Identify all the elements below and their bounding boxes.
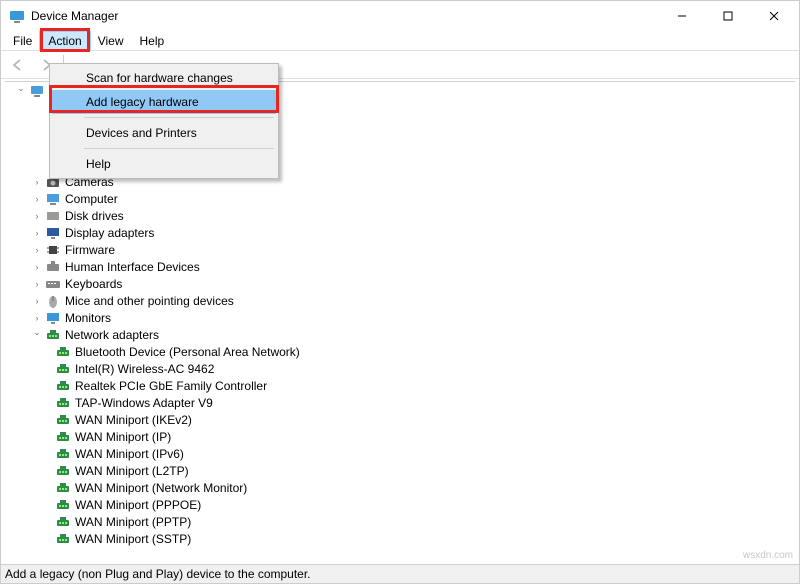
category-label: Network adapters: [65, 328, 159, 342]
hid-icon: [45, 259, 61, 275]
computer-icon: [45, 191, 61, 207]
category-computer[interactable]: Computer: [5, 190, 795, 207]
device-label: WAN Miniport (IP): [75, 430, 171, 444]
network-adapter-icon: [55, 378, 71, 394]
network-adapter-icon: [55, 344, 71, 360]
network-adapter-icon: [55, 429, 71, 445]
category-label: Human Interface Devices: [65, 260, 200, 274]
menu-scan-hardware[interactable]: Scan for hardware changes: [52, 66, 276, 90]
monitor-icon: [45, 310, 61, 326]
device-network-10[interactable]: WAN Miniport (PPTP): [5, 513, 795, 530]
mouse-icon: [45, 293, 61, 309]
device-network-8[interactable]: WAN Miniport (Network Monitor): [5, 479, 795, 496]
minimize-button[interactable]: [659, 1, 705, 31]
category-keyboards[interactable]: Keyboards: [5, 275, 795, 292]
device-label: WAN Miniport (IPv6): [75, 447, 184, 461]
network-adapter-icon: [55, 480, 71, 496]
device-network-3[interactable]: TAP-Windows Adapter V9: [5, 394, 795, 411]
network-adapter-icon: [55, 463, 71, 479]
menu-file[interactable]: File: [5, 32, 40, 50]
device-label: TAP-Windows Adapter V9: [75, 396, 213, 410]
category-display[interactable]: Display adapters: [5, 224, 795, 241]
network-adapter-icon: [55, 395, 71, 411]
device-network-5[interactable]: WAN Miniport (IP): [5, 428, 795, 445]
device-label: Bluetooth Device (Personal Area Network): [75, 345, 300, 359]
app-icon: [9, 8, 25, 24]
watermark: wsxdn.com: [743, 550, 793, 561]
status-bar: Add a legacy (non Plug and Play) device …: [1, 564, 799, 583]
device-label: WAN Miniport (PPPOE): [75, 498, 201, 512]
network-adapter-icon: [55, 531, 71, 547]
back-button[interactable]: [7, 54, 29, 76]
category-firmware[interactable]: Firmware: [5, 241, 795, 258]
menu-add-legacy-hardware[interactable]: Add legacy hardware: [52, 90, 276, 114]
menu-help-item[interactable]: Help: [52, 152, 276, 176]
device-network-4[interactable]: WAN Miniport (IKEv2): [5, 411, 795, 428]
device-label: WAN Miniport (IKEv2): [75, 413, 192, 427]
maximize-button[interactable]: [705, 1, 751, 31]
network-adapter-icon: [55, 446, 71, 462]
device-network-1[interactable]: Intel(R) Wireless-AC 9462: [5, 360, 795, 377]
display-icon: [45, 225, 61, 241]
network-adapter-icon: [55, 361, 71, 377]
category-monitors[interactable]: Monitors: [5, 309, 795, 326]
titlebar: Device Manager: [1, 1, 799, 31]
category-label: Computer: [65, 192, 118, 206]
network-icon: [45, 327, 61, 343]
menu-help[interactable]: Help: [132, 32, 173, 50]
device-label: WAN Miniport (SSTP): [75, 532, 191, 546]
device-network-9[interactable]: WAN Miniport (PPPOE): [5, 496, 795, 513]
chip-icon: [45, 242, 61, 258]
category-network[interactable]: Network adapters: [5, 326, 795, 343]
action-dropdown: Scan for hardware changes Add legacy har…: [49, 63, 279, 179]
computer-icon: [29, 83, 45, 99]
menu-devices-printers[interactable]: Devices and Printers: [52, 121, 276, 145]
device-label: Realtek PCIe GbE Family Controller: [75, 379, 267, 393]
device-network-7[interactable]: WAN Miniport (L2TP): [5, 462, 795, 479]
close-button[interactable]: [751, 1, 797, 31]
network-adapter-icon: [55, 412, 71, 428]
menu-view[interactable]: View: [90, 32, 132, 50]
category-label: Monitors: [65, 311, 111, 325]
keyboard-icon: [45, 276, 61, 292]
category-label: Keyboards: [65, 277, 122, 291]
category-hid[interactable]: Human Interface Devices: [5, 258, 795, 275]
network-adapter-icon: [55, 514, 71, 530]
category-disk[interactable]: Disk drives: [5, 207, 795, 224]
category-mice[interactable]: Mice and other pointing devices: [5, 292, 795, 309]
device-label: WAN Miniport (Network Monitor): [75, 481, 247, 495]
device-label: WAN Miniport (L2TP): [75, 464, 189, 478]
network-adapter-icon: [55, 497, 71, 513]
disk-icon: [45, 208, 61, 224]
category-label: Disk drives: [65, 209, 124, 223]
device-label: WAN Miniport (PPTP): [75, 515, 191, 529]
device-label: Intel(R) Wireless-AC 9462: [75, 362, 214, 376]
device-network-6[interactable]: WAN Miniport (IPv6): [5, 445, 795, 462]
window-title: Device Manager: [31, 9, 659, 23]
status-text: Add a legacy (non Plug and Play) device …: [5, 567, 311, 581]
device-network-2[interactable]: Realtek PCIe GbE Family Controller: [5, 377, 795, 394]
category-label: Mice and other pointing devices: [65, 294, 234, 308]
category-label: Display adapters: [65, 226, 154, 240]
category-label: Firmware: [65, 243, 115, 257]
device-network-0[interactable]: Bluetooth Device (Personal Area Network): [5, 343, 795, 360]
device-network-11[interactable]: WAN Miniport (SSTP): [5, 530, 795, 547]
menubar: File Action View Help: [1, 31, 799, 51]
menu-action[interactable]: Action: [40, 32, 89, 50]
